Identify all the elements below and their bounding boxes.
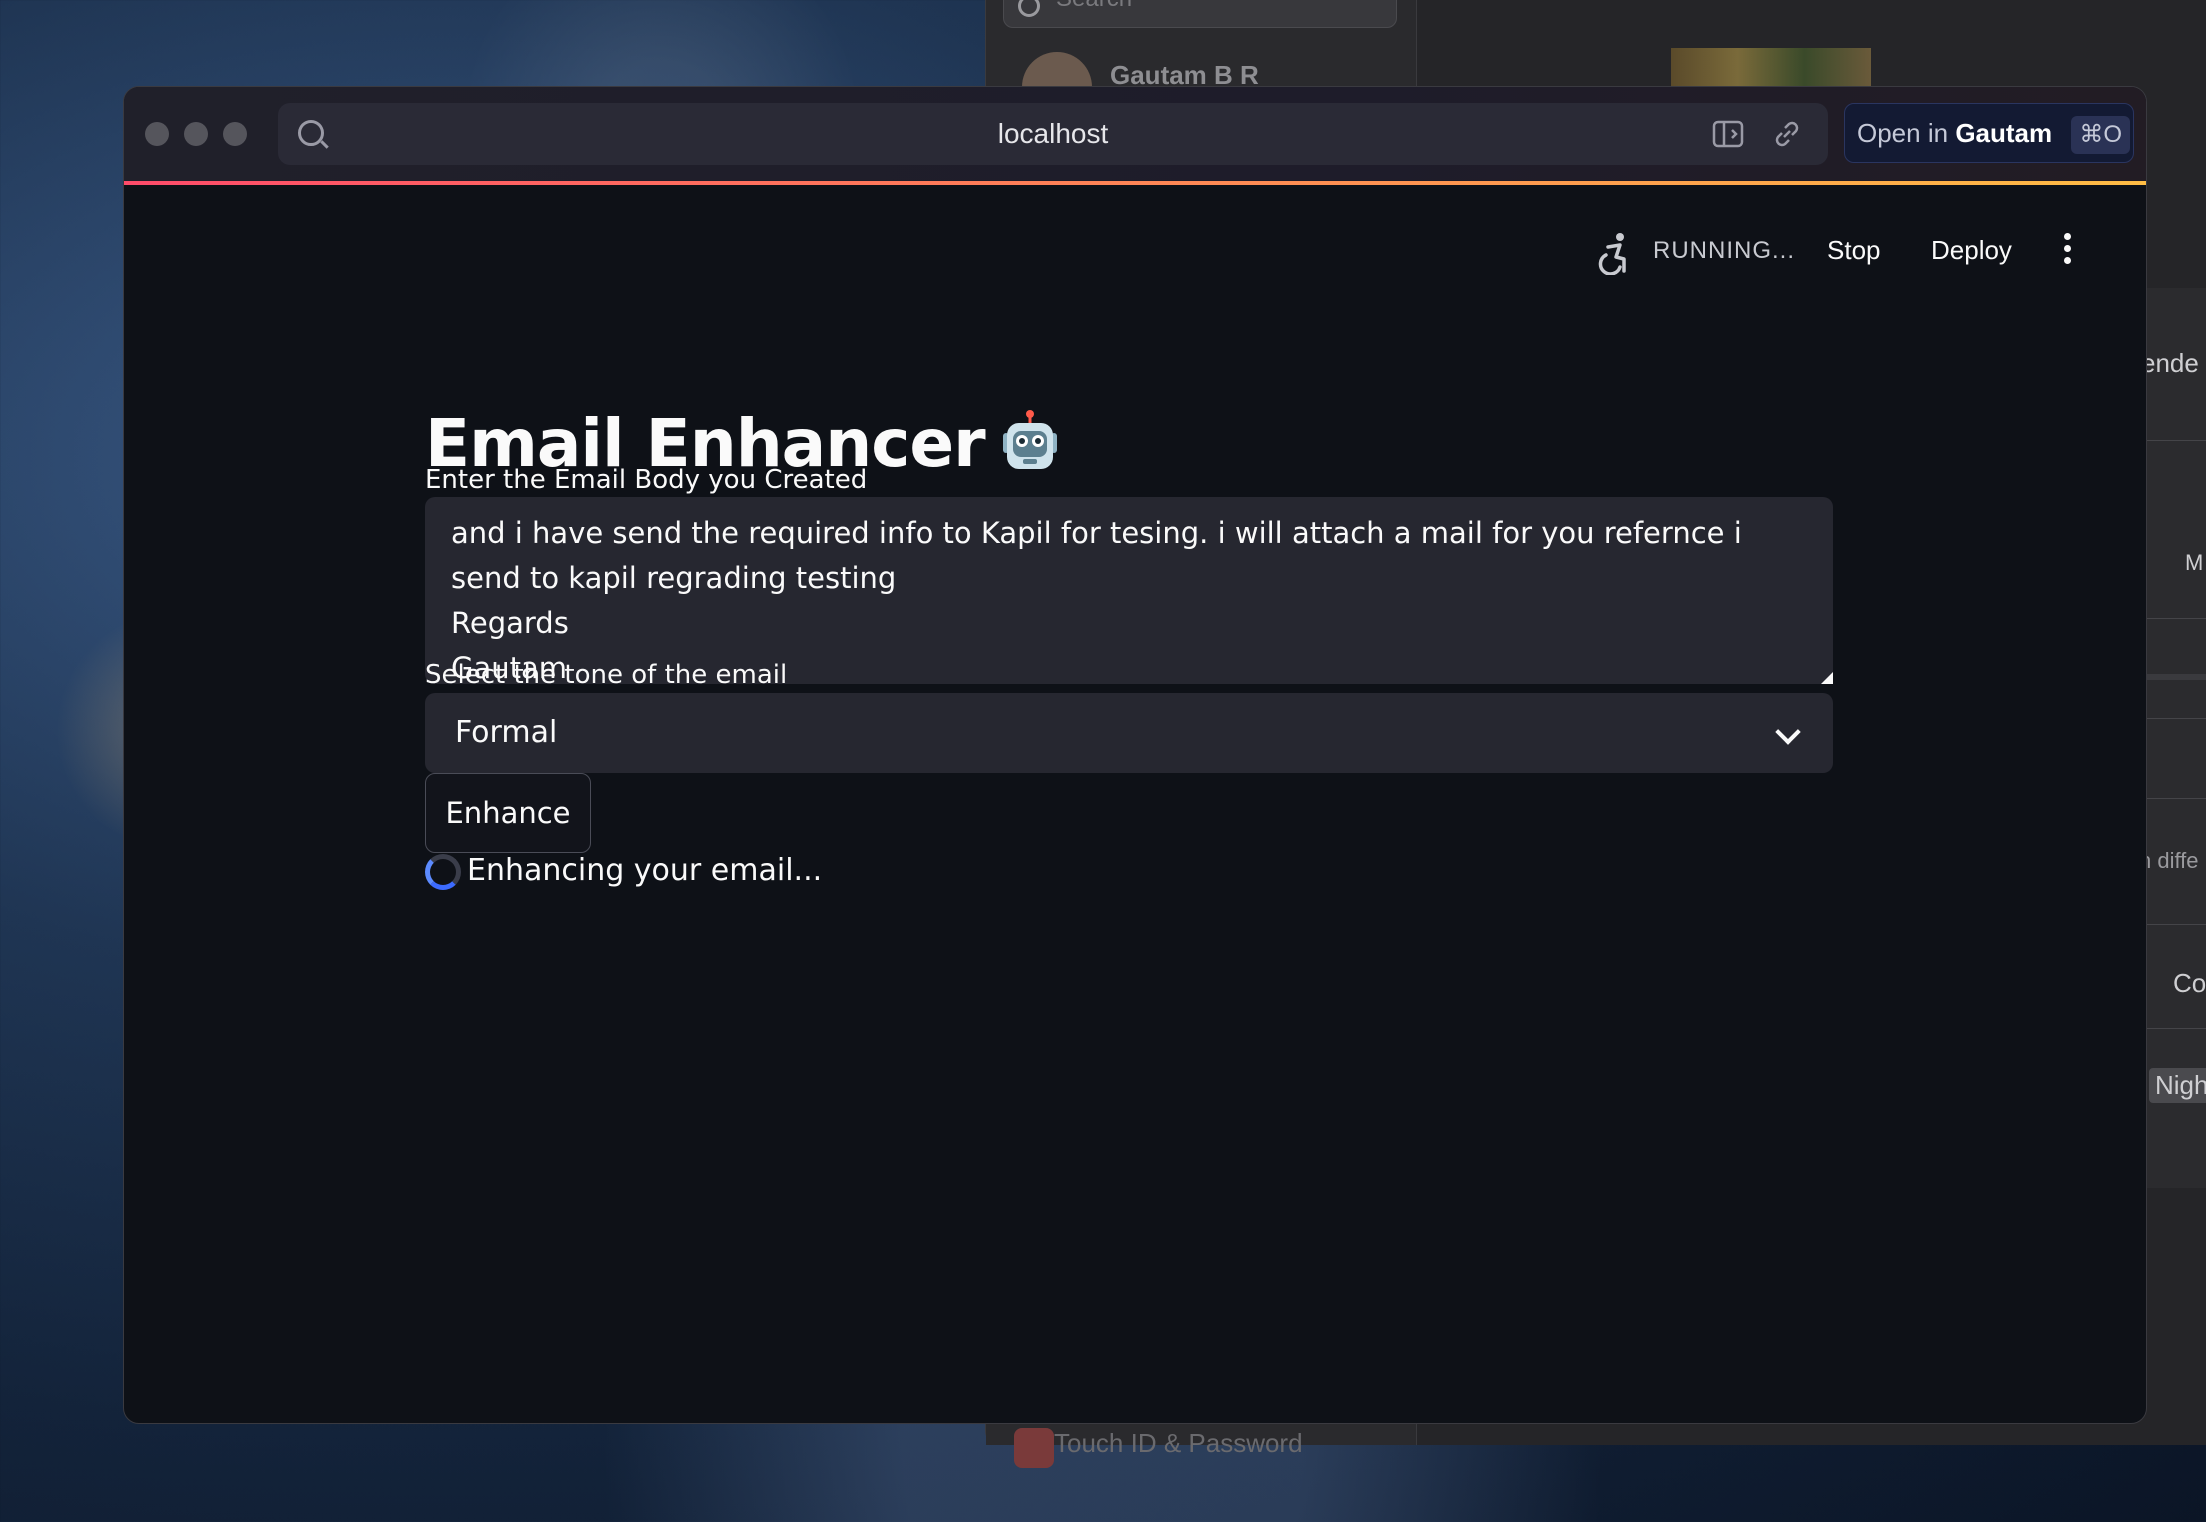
divider xyxy=(2145,440,2206,441)
divider xyxy=(2145,1028,2206,1029)
stop-button[interactable]: Stop xyxy=(1827,235,1881,266)
panel-fragment-3: n diffe xyxy=(2139,848,2199,873)
close-window-button[interactable] xyxy=(145,122,169,146)
open-in-shortcut: ⌘O xyxy=(2071,116,2131,154)
tone-label: Select the tone of the email xyxy=(425,660,788,690)
tone-select[interactable]: Formal xyxy=(425,693,1833,773)
address-bar[interactable]: localhost xyxy=(278,103,1828,165)
divider xyxy=(2145,924,2206,925)
background-bottom-item[interactable]: Touch ID & Password xyxy=(1054,1428,1303,1459)
zoom-window-button[interactable] xyxy=(223,122,247,146)
tone-select-value: Formal xyxy=(455,715,558,750)
background-settings-panel: ende M n diffe Co Nigh xyxy=(2139,288,2206,1188)
minimize-window-button[interactable] xyxy=(184,122,208,146)
dot xyxy=(2063,233,2071,240)
open-in-button[interactable]: Open in Gautam ⌘O xyxy=(1844,103,2134,163)
resize-handle[interactable] xyxy=(1821,672,1833,684)
background-search-placeholder: Search xyxy=(1056,0,1132,13)
panel-fragment-4[interactable]: Co xyxy=(2173,968,2206,999)
email-body-label: Enter the Email Body you Created xyxy=(425,465,868,495)
status-message: Enhancing your email... xyxy=(467,853,823,888)
divider xyxy=(2145,618,2206,619)
panel-fragment-5[interactable]: Nigh xyxy=(2149,1068,2206,1103)
email-body-textarea[interactable]: and i have send the required info to Kap… xyxy=(425,497,1833,684)
link-icon[interactable] xyxy=(1772,119,1802,149)
divider xyxy=(2145,718,2206,719)
touch-id-icon xyxy=(1014,1428,1054,1468)
dot xyxy=(2063,245,2071,252)
running-icon xyxy=(1598,233,1626,275)
browser-window: localhost Open in Gautam ⌘O RUNNING... S… xyxy=(123,86,2147,1424)
robot-icon xyxy=(1002,409,1057,469)
open-in-prefix: Open in xyxy=(1857,118,1949,148)
enhance-button[interactable]: Enhance xyxy=(425,773,591,853)
running-status: RUNNING... xyxy=(1653,237,1795,264)
divider xyxy=(2145,674,2206,680)
open-in-target: Gautam xyxy=(1955,118,2053,148)
divider xyxy=(2145,798,2206,799)
search-icon xyxy=(1018,0,1040,17)
browser-titlebar: localhost Open in Gautam ⌘O xyxy=(124,87,2146,181)
main-menu-button[interactable] xyxy=(2059,233,2075,267)
sidebar-toggle-icon[interactable] xyxy=(1712,119,1748,149)
address-bar-url[interactable]: localhost xyxy=(278,103,1828,165)
loading-spinner-icon xyxy=(425,854,461,890)
background-search-field[interactable]: Search xyxy=(1003,0,1397,28)
dot xyxy=(2063,257,2071,264)
panel-fragment-1: ende xyxy=(2141,348,2199,378)
panel-fragment-2: M xyxy=(2185,550,2204,575)
deploy-button[interactable]: Deploy xyxy=(1931,235,2012,266)
background-thumbnail xyxy=(1671,48,1871,88)
chevron-down-icon xyxy=(1775,719,1801,745)
resize-handle-icon xyxy=(1821,672,1833,684)
app-header: RUNNING... Stop Deploy xyxy=(124,185,2146,295)
